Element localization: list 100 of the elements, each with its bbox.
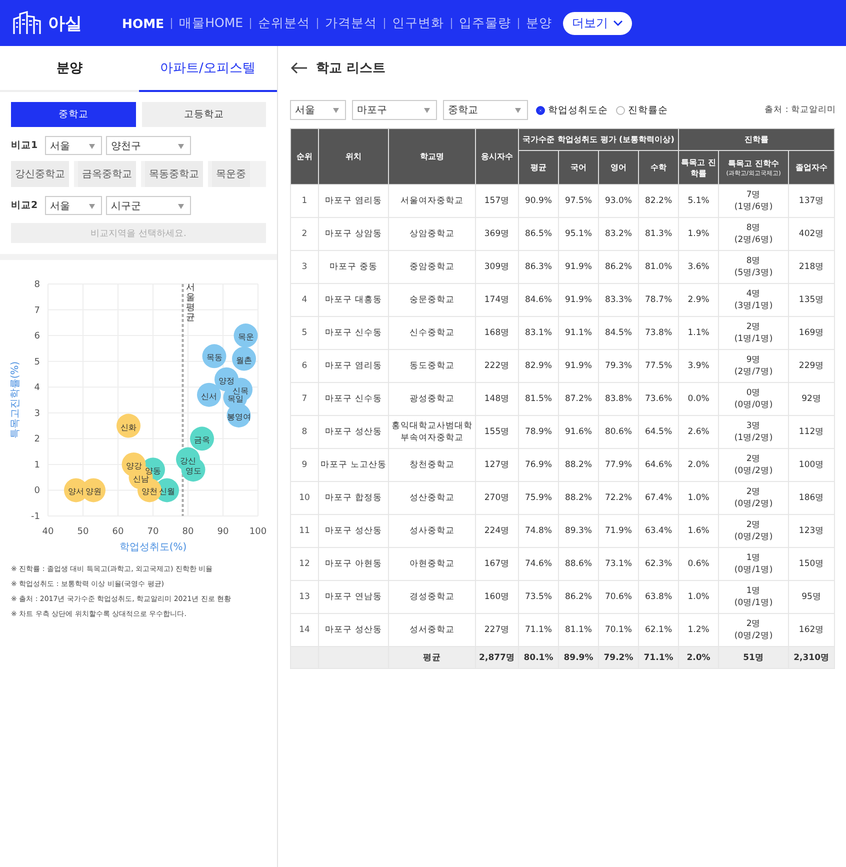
table-cell: 홍익대학교사범대학부속여자중학교: [388, 416, 476, 448]
table-cell: 73.6%: [638, 382, 679, 416]
table-cell: 88.2%: [558, 448, 598, 482]
table-cell: 80.1%: [518, 646, 558, 668]
axis-tick-label: 40: [42, 527, 54, 537]
table-cell: 마포구 신수동: [318, 382, 388, 416]
point-label: 목운: [238, 332, 254, 342]
table-cell: 74.8%: [518, 514, 558, 548]
table-cell: 마포구 성산동: [318, 514, 388, 548]
table-cell-text: (3명/1명): [733, 300, 774, 312]
table-cell-text: (0명/2명): [733, 630, 774, 642]
point-label: 목동: [206, 353, 222, 362]
table-cell: 2.0%: [678, 448, 719, 482]
table-cell: 97.5%: [558, 184, 598, 218]
column-header: 학교명: [388, 128, 476, 184]
table-cell: 0.6%: [678, 548, 719, 580]
table-cell: 아현중학교: [388, 548, 476, 580]
table-cell: 82.9%: [518, 350, 558, 382]
table-cell: 5: [290, 316, 318, 350]
table-cell: 경성중학교: [388, 580, 476, 614]
table-cell-text: 1명: [745, 552, 762, 564]
table-cell: 169명: [788, 316, 835, 350]
column-header: 순위: [290, 128, 318, 184]
axis-tick-label: 50: [77, 527, 89, 537]
table-cell: 동도중학교: [388, 350, 476, 382]
y-axis-label: 특목고진학률(%): [10, 361, 21, 439]
table-cell: 마포구 중동: [318, 250, 388, 284]
table-cell: 86.3%: [518, 250, 558, 284]
table-cell: 51명: [718, 646, 789, 668]
average-line-label: 서울평균: [186, 284, 195, 324]
column-group-header: 진학률: [678, 128, 835, 150]
table-cell: 87.2%: [558, 382, 598, 416]
table-cell: 성사중학교: [388, 514, 476, 548]
table-cell: 마포구 신수동: [318, 316, 388, 350]
point-label: 신화: [120, 422, 136, 432]
table-cell: 123명: [788, 514, 835, 548]
table-cell: 79.3%: [598, 350, 638, 382]
table-cell: 157명: [476, 184, 518, 218]
table-cell: 90.9%: [518, 184, 558, 218]
table-cell: 6: [290, 350, 318, 382]
table-cell: 229명: [788, 350, 835, 382]
axis-tick-label: 3: [34, 408, 40, 419]
table-cell: 2.0%: [678, 646, 719, 668]
table-cell: 67.4%: [638, 482, 679, 514]
axis-tick-label: 0: [34, 486, 40, 496]
axis-tick-label: 80: [182, 527, 194, 537]
axis-tick-label: 90: [217, 527, 229, 537]
table-cell: 73.1%: [598, 548, 638, 580]
point-label: 양정: [218, 376, 234, 386]
table-cell: 89.3%: [558, 514, 598, 548]
column-header: 평균: [518, 150, 558, 184]
table-cell: 76.9%: [518, 448, 558, 482]
table-cell: 11: [290, 514, 318, 548]
table-cell: 12: [290, 548, 318, 580]
table-cell: 63.8%: [638, 580, 679, 614]
table-cell-text: 2명: [745, 519, 762, 531]
table-cell: 마포구 염리동: [318, 350, 388, 382]
point-label: 월촌: [236, 356, 252, 365]
table-cell: 마포구 대흥동: [318, 284, 388, 316]
column-header: 특목고 진학수: [727, 158, 780, 168]
table-cell: 81.3%: [638, 218, 679, 250]
table-cell-text: 4명: [745, 288, 762, 300]
axis-tick-label: 7: [34, 306, 40, 316]
table-cell: 2.6%: [678, 416, 719, 448]
table-cell-text: (0명/1명): [733, 564, 774, 576]
table-cell: 150명: [788, 548, 835, 580]
table-cell: 1.0%: [678, 482, 719, 514]
table-cell: 1.6%: [678, 514, 719, 548]
table-cell: 83.2%: [598, 218, 638, 250]
table-cell-text: (1명/2명): [733, 432, 774, 444]
table-cell: 222명: [476, 350, 518, 382]
table-cell: 71.1%: [638, 646, 679, 668]
table-cell: 77.5%: [638, 350, 679, 382]
table-cell: 1.1%: [678, 316, 719, 350]
table-cell: 218명: [788, 250, 835, 284]
axis-tick-label: 4: [34, 383, 40, 394]
table-cell-text: 3명: [745, 420, 762, 432]
table-cell: 64.6%: [638, 448, 679, 482]
column-header: 특목고 진학률: [678, 150, 719, 184]
table-cell: 2.9%: [678, 284, 719, 316]
table-cell: 112명: [788, 416, 835, 448]
table-cell: 135명: [788, 284, 835, 316]
table-cell: 4: [290, 284, 318, 316]
axis-tick-label: 100: [249, 527, 267, 537]
table-cell: 91.1%: [558, 316, 598, 350]
table-cell: 270명: [476, 482, 518, 514]
table-cell: 83.3%: [598, 284, 638, 316]
point-label: 양서: [68, 487, 84, 496]
table-cell: 186명: [788, 482, 835, 514]
table-cell: 63.4%: [638, 514, 679, 548]
axis-tick-label: 8: [34, 280, 40, 290]
table-cell: 92명: [788, 382, 835, 416]
table-cell: 10: [290, 482, 318, 514]
table-cell: 3: [290, 250, 318, 284]
column-header: 졸업자수: [788, 150, 835, 184]
table-cell: 224명: [476, 514, 518, 548]
table-cell: 168명: [476, 316, 518, 350]
point-label: 신목: [232, 386, 248, 396]
table-cell: 9: [290, 448, 318, 482]
table-cell: 70.6%: [598, 580, 638, 614]
